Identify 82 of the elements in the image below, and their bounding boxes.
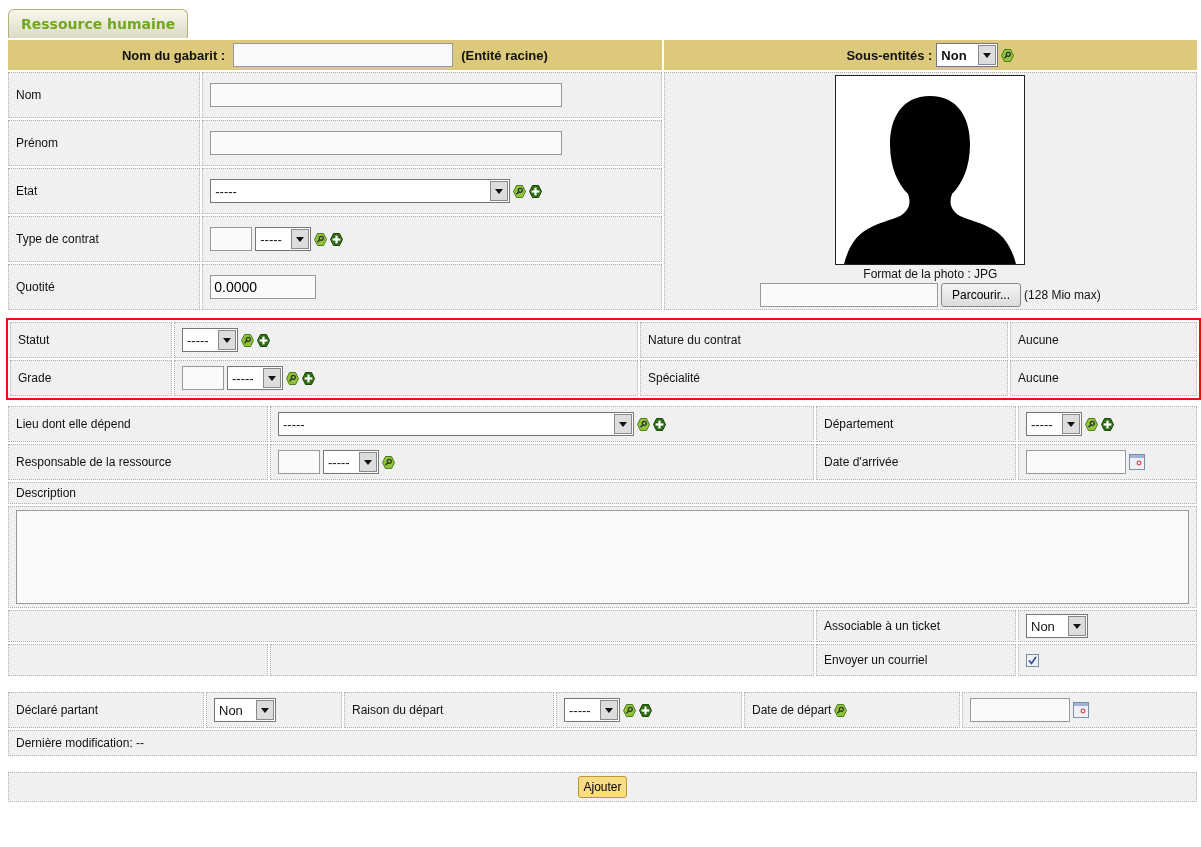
field-label: Sous-entités :: [846, 47, 933, 63]
calendar-icon[interactable]: [1073, 702, 1089, 718]
add-icon[interactable]: [257, 333, 270, 347]
caret-icon: [495, 188, 504, 194]
search-icon[interactable]: [241, 333, 254, 347]
field-label: Date de départ: [752, 703, 832, 717]
search-icon[interactable]: [382, 455, 395, 469]
caret-icon: [296, 236, 305, 242]
add-icon[interactable]: [653, 417, 666, 431]
caret-icon: [619, 421, 627, 427]
add-button[interactable]: Ajouter: [578, 776, 627, 798]
field-label: Raison du départ: [352, 703, 444, 717]
field-label: Envoyer un courriel: [824, 653, 928, 667]
field-label: Associable à un ticket: [824, 619, 941, 633]
select-dropdown[interactable]: -----: [323, 450, 379, 474]
select-dropdown[interactable]: -----: [210, 179, 511, 203]
field-label: Etat: [16, 184, 38, 198]
caret-icon: [261, 707, 269, 713]
caret-icon: [605, 707, 613, 713]
checkbox[interactable]: [1026, 653, 1039, 667]
field-label: Date d'arrivée: [824, 455, 899, 469]
field-label: Prénom: [16, 136, 59, 150]
search-icon[interactable]: [286, 371, 299, 385]
add-icon[interactable]: [1101, 417, 1114, 431]
select-dropdown[interactable]: -----: [278, 412, 634, 436]
description-textarea[interactable]: [16, 510, 1189, 604]
input-field[interactable]: [233, 43, 454, 67]
file-input[interactable]: [760, 283, 938, 307]
field-label: Département: [824, 417, 894, 431]
field-label: Nature du contrat: [648, 333, 741, 347]
search-icon[interactable]: [1085, 417, 1098, 431]
search-icon[interactable]: [1001, 48, 1015, 62]
field-value: Aucune: [1018, 371, 1059, 385]
field-value: Aucune: [1018, 333, 1059, 347]
field-label: Statut: [18, 333, 50, 347]
field-label: Quotité: [16, 280, 55, 294]
caret-icon: [268, 375, 276, 381]
field-label: Type de contrat: [16, 232, 99, 246]
size-note: (128 Mio max): [1024, 288, 1101, 302]
input-field[interactable]: 0.0000: [210, 275, 317, 299]
caret-icon: [223, 337, 231, 343]
search-icon[interactable]: [834, 703, 848, 717]
root-note: (Entité racine): [461, 47, 548, 63]
date-input[interactable]: [1026, 450, 1126, 474]
add-icon[interactable]: [529, 184, 543, 198]
add-icon[interactable]: [639, 703, 652, 717]
photo-format-note: Format de la photo : JPG: [863, 267, 998, 281]
field-label: Grade: [18, 371, 52, 385]
add-icon[interactable]: [330, 232, 344, 246]
select-dropdown[interactable]: -----: [255, 227, 312, 251]
field-label: Responsable de la ressource: [16, 455, 172, 469]
select-dropdown[interactable]: -----: [564, 698, 620, 722]
filter-input[interactable]: [182, 366, 224, 390]
search-icon[interactable]: [314, 232, 328, 246]
filter-input[interactable]: [278, 450, 320, 474]
browse-button[interactable]: Parcourir...: [941, 283, 1022, 307]
select-dropdown[interactable]: Non: [214, 698, 276, 722]
field-label: Spécialité: [648, 371, 701, 385]
field-label: Déclaré partant: [16, 703, 99, 717]
last-modified-text: Dernière modification: --: [16, 736, 145, 750]
caret-icon: [1067, 421, 1075, 427]
caret-icon: [983, 52, 992, 58]
input-field[interactable]: [210, 131, 563, 155]
select-dropdown[interactable]: -----: [182, 328, 238, 352]
select-dropdown[interactable]: -----: [227, 366, 283, 390]
caret-icon: [1073, 623, 1081, 629]
select-dropdown[interactable]: Non: [1026, 614, 1088, 638]
field-label: Lieu dont elle dépend: [16, 417, 131, 431]
caret-icon: [364, 459, 372, 465]
calendar-icon[interactable]: [1129, 454, 1145, 470]
search-icon[interactable]: [623, 703, 636, 717]
add-icon[interactable]: [302, 371, 315, 385]
search-icon[interactable]: [513, 184, 527, 198]
select-dropdown[interactable]: Non: [936, 43, 999, 67]
input-field[interactable]: [210, 83, 563, 107]
filter-input[interactable]: [210, 227, 253, 251]
select-dropdown[interactable]: -----: [1026, 412, 1082, 436]
date-input[interactable]: [970, 698, 1070, 722]
field-label: Description: [16, 486, 77, 500]
search-icon[interactable]: [637, 417, 650, 431]
field-label: Nom du gabarit :: [121, 47, 226, 63]
field-label: Nom: [16, 88, 42, 102]
